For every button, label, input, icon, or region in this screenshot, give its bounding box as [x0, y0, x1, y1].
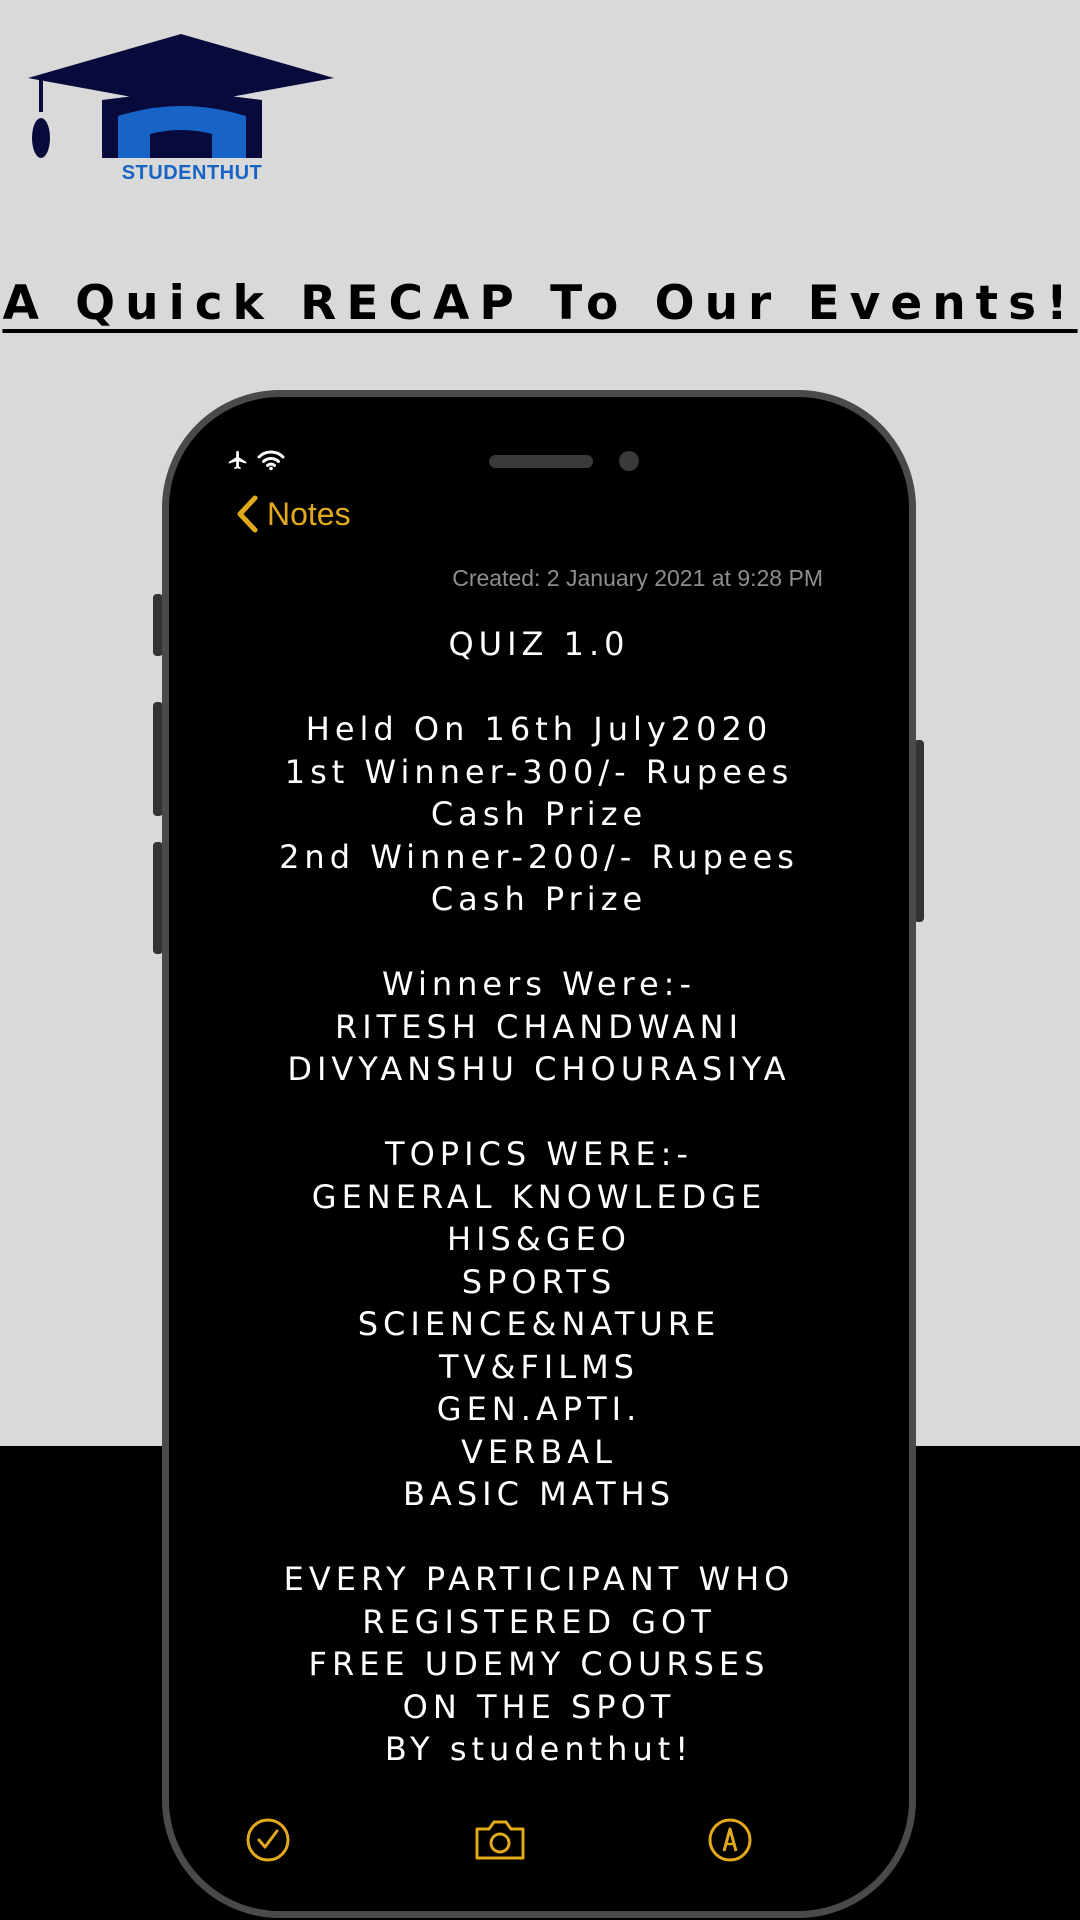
status-bar	[227, 449, 285, 475]
phone-frame: Notes Created: 2 January 2021 at 9:28 PM…	[162, 390, 916, 1918]
created-timestamp: Created: 2 January 2021 at 9:28 PM	[452, 565, 823, 591]
front-camera	[619, 451, 639, 471]
wifi-icon	[257, 449, 285, 475]
airplane-icon	[227, 449, 249, 475]
markup-pen-icon[interactable]	[707, 1817, 753, 1867]
prize-line: 1st Winner-300/- Rupees	[284, 752, 794, 791]
prize-line: 2nd Winner-200/- Rupees	[279, 837, 799, 876]
prize-line: Cash Prize	[430, 880, 648, 918]
footer-line: BY studenthut!	[384, 1730, 694, 1768]
checklist-icon[interactable]	[245, 1817, 291, 1867]
back-to-notes-button[interactable]: Notes	[235, 495, 351, 533]
winners-heading: Winners Were:-	[382, 965, 696, 1003]
topic-item: HIS&GEO	[447, 1220, 631, 1258]
back-label: Notes	[267, 495, 351, 532]
topic-item: GENERAL KNOWLEDGE	[311, 1177, 767, 1216]
footer-line: REGISTERED GOT	[362, 1602, 716, 1641]
topic-item: GEN.APTI.	[436, 1390, 642, 1428]
topics-heading: TOPICS WERE:-	[385, 1135, 693, 1173]
footer-line: ON THE SPOT	[402, 1687, 676, 1726]
earpiece-speaker	[489, 455, 593, 468]
winner-name: RITESH CHANDWANI	[334, 1007, 743, 1046]
camera-icon[interactable]	[473, 1817, 527, 1867]
page-headline: A Quick RECAP To Our Events!	[2, 276, 1078, 331]
chevron-left-icon	[237, 495, 258, 533]
studenthut-logo: STUDENTHUT	[26, 30, 338, 190]
topic-item: VERBAL	[460, 1432, 617, 1471]
topic-item: BASIC MATHS	[402, 1475, 676, 1513]
topic-item: SCIENCE&NATURE	[357, 1305, 721, 1343]
prize-line: Cash Prize	[430, 795, 648, 833]
note-title: QUIZ 1.0	[448, 625, 630, 663]
note-held-on: Held On 16th July2020	[305, 710, 773, 748]
footer-line: FREE UDEMY COURSES	[308, 1645, 770, 1683]
topic-item: SPORTS	[461, 1262, 617, 1301]
footer-line: EVERY PARTICIPANT WHO	[283, 1560, 795, 1598]
logo-wordmark: STUDENTHUT	[121, 162, 263, 184]
winner-name: DIVYANSHU CHOURASIYA	[287, 1050, 791, 1088]
note-content[interactable]: QUIZ 1.0 Held On 16th July2020 1st Winne…	[169, 623, 909, 1771]
topic-item: TV&FILMS	[439, 1347, 639, 1386]
